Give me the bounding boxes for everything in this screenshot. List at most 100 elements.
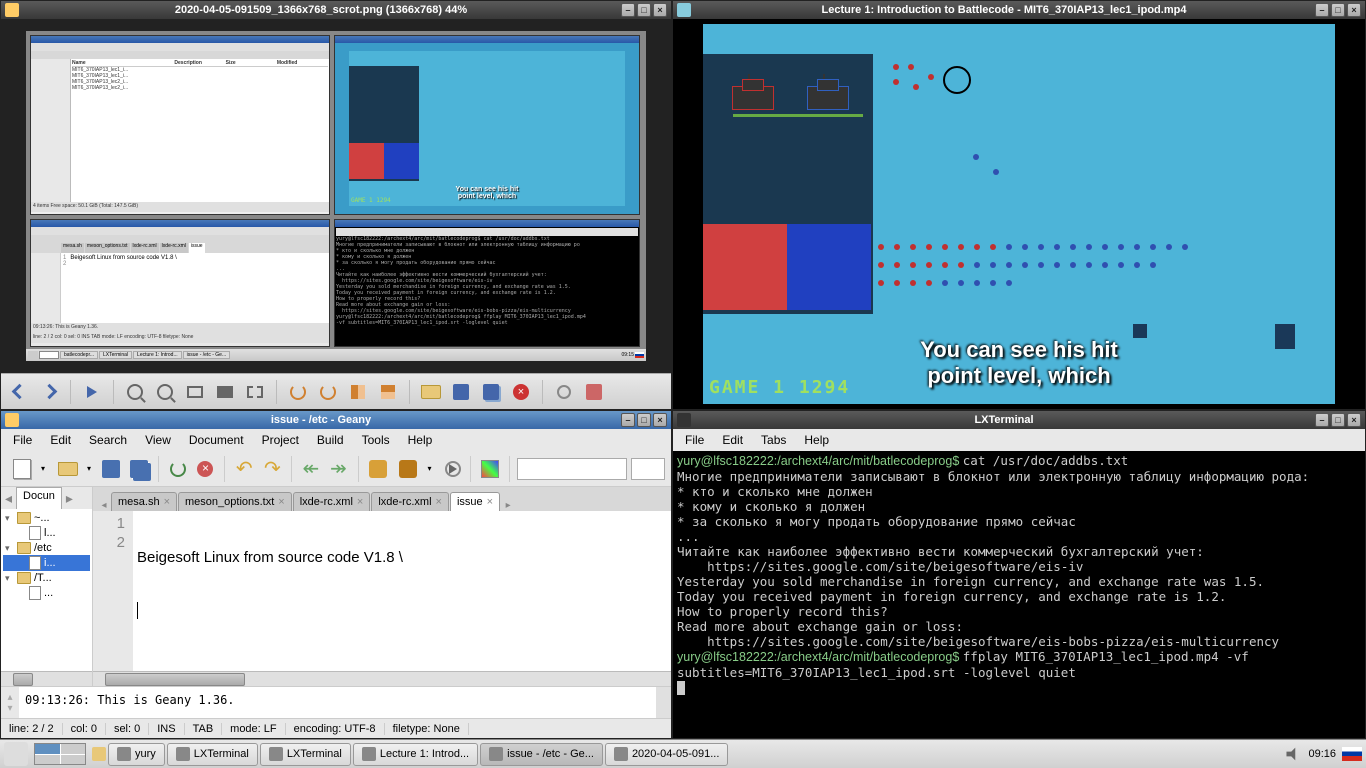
menu-edit[interactable]: Edit (714, 431, 751, 449)
rotate-left-button[interactable] (286, 380, 310, 404)
sidebar-scrollbar[interactable] (1, 671, 92, 686)
tab-lxde1[interactable]: lxde-rc.xml× (293, 492, 371, 511)
menu-edit[interactable]: Edit (42, 431, 79, 449)
filemanager-launcher-icon[interactable] (92, 747, 106, 761)
reload-button[interactable] (166, 455, 190, 483)
nav-fwd-button[interactable]: ↞ (327, 455, 351, 483)
taskbar-item[interactable]: LXTerminal (260, 743, 351, 766)
new-dropdown[interactable]: ▾ (37, 455, 49, 483)
close-button[interactable]: × (653, 413, 667, 427)
message-scrollbar[interactable] (656, 687, 671, 718)
maximize-button[interactable]: □ (1331, 413, 1345, 427)
rotate-right-button[interactable] (316, 380, 340, 404)
tree-item[interactable]: l... (3, 525, 90, 541)
orig-size-button[interactable] (213, 380, 237, 404)
build-button[interactable] (393, 455, 423, 483)
sidebar-tab-next[interactable]: ▸ (62, 487, 77, 509)
open-dropdown[interactable]: ▾ (83, 455, 95, 483)
video-titlebar[interactable]: Lecture 1: Introduction to Battlecode - … (673, 1, 1365, 19)
build-dropdown[interactable]: ▾ (423, 455, 435, 483)
zoom-in-button[interactable] (153, 380, 177, 404)
menu-search[interactable]: Search (81, 431, 135, 449)
search-input[interactable] (517, 458, 627, 480)
sidebar-tab-documents[interactable]: Docun (16, 487, 62, 509)
maximize-button[interactable]: □ (1331, 3, 1345, 17)
minimize-button[interactable]: – (621, 3, 635, 17)
minimize-button[interactable]: – (1315, 3, 1329, 17)
menu-view[interactable]: View (137, 431, 179, 449)
clock[interactable]: 09:16 (1308, 748, 1336, 760)
next-button[interactable] (37, 380, 61, 404)
menu-build[interactable]: Build (309, 431, 352, 449)
tree-item[interactable]: ▾/etc (3, 541, 90, 555)
menu-document[interactable]: Document (181, 431, 252, 449)
keyboard-layout-icon[interactable] (1342, 747, 1362, 761)
minimize-button[interactable]: – (621, 413, 635, 427)
saveall-button[interactable] (127, 455, 151, 483)
save-button[interactable] (99, 455, 123, 483)
maximize-button[interactable]: □ (637, 413, 651, 427)
flip-v-button[interactable] (376, 380, 400, 404)
tab-close-icon[interactable]: × (164, 496, 170, 508)
taskbar-item[interactable]: Lecture 1: Introd... (353, 743, 478, 766)
maximize-button[interactable]: □ (637, 3, 651, 17)
fit-button[interactable] (183, 380, 207, 404)
flip-h-button[interactable] (346, 380, 370, 404)
tree-item[interactable]: ... (3, 585, 90, 601)
tab-close-icon[interactable]: × (357, 496, 363, 508)
tab-close-icon[interactable]: × (436, 496, 442, 508)
run-button[interactable] (439, 455, 463, 483)
tree-item[interactable]: ▾/T... (3, 571, 90, 585)
menu-project[interactable]: Project (254, 431, 307, 449)
volume-icon[interactable] (1286, 746, 1302, 762)
prev-button[interactable] (7, 380, 31, 404)
close-button[interactable]: × (653, 3, 667, 17)
save-button[interactable] (449, 380, 473, 404)
taskbar-item[interactable]: issue - /etc - Ge... (480, 743, 603, 766)
fullscreen-button[interactable] (243, 380, 267, 404)
code-editor[interactable]: 12 Beigesoft Linux from source code V1.8… (93, 511, 671, 671)
tabbar-next[interactable]: ▸ (501, 500, 515, 511)
goto-line-input[interactable] (631, 458, 665, 480)
tab-meson[interactable]: meson_options.txt× (178, 492, 292, 511)
geany-titlebar[interactable]: issue - /etc - Geany – □ × (1, 411, 671, 429)
close-tab-button[interactable]: × (194, 455, 218, 483)
workspace-switcher[interactable] (34, 743, 86, 765)
close-button[interactable]: × (1347, 3, 1361, 17)
close-button[interactable]: × (1347, 413, 1361, 427)
menu-file[interactable]: File (677, 431, 712, 449)
preferences-button[interactable] (552, 380, 576, 404)
redo-button[interactable]: ↶ (260, 455, 284, 483)
quit-button[interactable] (582, 380, 606, 404)
terminal-titlebar[interactable]: LXTerminal – □ × (673, 411, 1365, 429)
gpicview-titlebar[interactable]: 2020-04-05-091509_1366x768_scrot.png (13… (1, 1, 671, 19)
delete-button[interactable]: × (509, 380, 533, 404)
color-picker-button[interactable] (478, 455, 502, 483)
sidebar-tab-prev[interactable]: ◂ (1, 487, 16, 509)
tab-lxde2[interactable]: lxde-rc.xml× (371, 492, 449, 511)
taskbar-item[interactable]: yury (108, 743, 165, 766)
menu-tabs[interactable]: Tabs (753, 431, 794, 449)
new-button[interactable] (7, 455, 37, 483)
tab-issue[interactable]: issue× (450, 492, 500, 511)
code-content[interactable]: Beigesoft Linux from source code V1.8 \ (133, 511, 671, 671)
minimize-button[interactable]: – (1315, 413, 1329, 427)
saveas-button[interactable] (479, 380, 503, 404)
tree-item[interactable]: ▾~... (3, 511, 90, 525)
tab-close-icon[interactable]: × (278, 496, 284, 508)
open-button[interactable] (53, 455, 83, 483)
undo-button[interactable]: ↶ (232, 455, 256, 483)
terminal-output[interactable]: yury@lfsc182222:/archext4/arc/mit/batlec… (673, 451, 1365, 738)
play-button[interactable] (80, 380, 104, 404)
tab-mesa[interactable]: mesa.sh× (111, 492, 177, 511)
menu-help[interactable]: Help (400, 431, 441, 449)
taskbar-item[interactable]: LXTerminal (167, 743, 258, 766)
message-collapse-icon[interactable]: ▴▾ (1, 687, 19, 718)
taskbar-item[interactable]: 2020-04-05-091... (605, 743, 728, 766)
image-viewport[interactable]: NameDescriptionSizeModified MIT6_370IAP1… (1, 19, 671, 373)
tabbar-prev[interactable]: ◂ (97, 500, 111, 511)
tab-close-icon[interactable]: × (487, 496, 493, 508)
nav-back-button[interactable]: ↞ (299, 455, 323, 483)
menu-tools[interactable]: Tools (354, 431, 398, 449)
open-button[interactable] (419, 380, 443, 404)
